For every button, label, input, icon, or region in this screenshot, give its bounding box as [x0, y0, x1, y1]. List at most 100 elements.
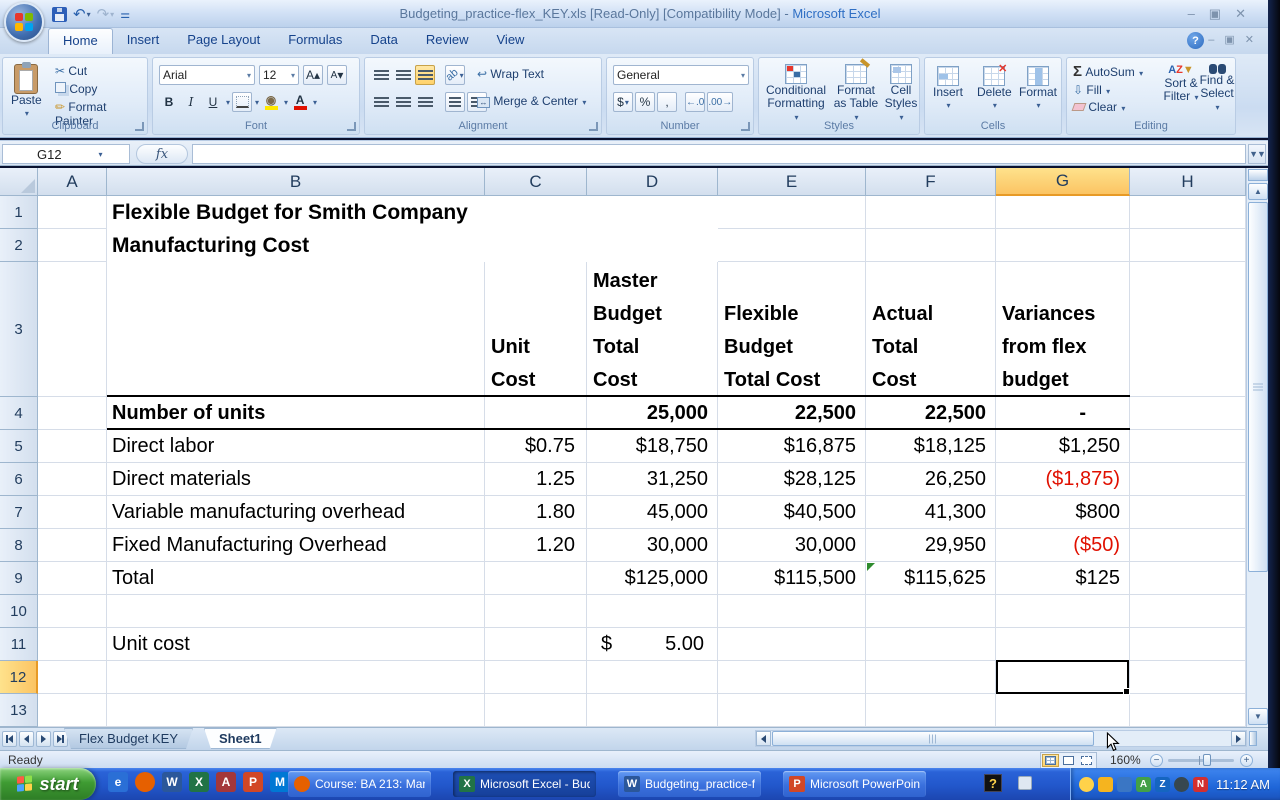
cell-F9[interactable]: $115,625	[866, 562, 996, 595]
cell-E3[interactable]: Flexible Budget Total Cost	[718, 262, 866, 397]
row-header-6[interactable]: 6	[0, 463, 38, 496]
task-button-word[interactable]: W Budgeting_practice-fl...	[618, 771, 761, 797]
row-header-1[interactable]: 1	[0, 196, 38, 229]
column-header-F[interactable]: F	[866, 168, 996, 196]
cell-B2[interactable]: Manufacturing Cost	[107, 229, 718, 262]
insert-cells-button[interactable]: Insert ▾	[933, 66, 963, 112]
cell-F7[interactable]: 41,300	[866, 496, 996, 529]
column-header-D[interactable]: D	[587, 168, 718, 196]
cell-B6[interactable]: Direct materials	[107, 463, 485, 496]
workbook-minimize-button[interactable]: –	[1208, 34, 1214, 47]
comma-style-button[interactable]: ,	[657, 92, 677, 112]
vertical-scroll-thumb[interactable]	[1248, 202, 1268, 572]
row-header-7[interactable]: 7	[0, 496, 38, 529]
vertical-split-handle[interactable]	[1248, 169, 1268, 181]
decrease-decimal-button[interactable]: .00 →	[707, 92, 734, 112]
cell-C8[interactable]: 1.20	[485, 529, 587, 562]
cell-G8[interactable]: ($50)	[996, 529, 1130, 562]
sheet-tab-flex-budget-key[interactable]: Flex Budget KEY	[64, 728, 193, 749]
cell-C5[interactable]: $0.75	[485, 430, 587, 463]
fill-color-button[interactable]: ◉	[261, 92, 281, 112]
align-right-button[interactable]	[415, 92, 435, 112]
last-sheet-icon[interactable]	[53, 731, 68, 747]
fill-button[interactable]: ⇩ Fill ▾	[1073, 83, 1143, 97]
prev-sheet-icon[interactable]	[19, 731, 34, 747]
row-header-4[interactable]: 4	[0, 397, 38, 430]
borders-button[interactable]	[232, 92, 253, 112]
align-left-button[interactable]	[371, 92, 391, 112]
office-button[interactable]	[4, 2, 44, 42]
cell-D9[interactable]: $125,000	[587, 562, 718, 595]
font-size-select[interactable]: 12 ▾	[259, 65, 299, 85]
taskbar-clock[interactable]: 11:12 AM	[1216, 777, 1270, 792]
select-all-corner[interactable]	[0, 168, 38, 196]
copy-button[interactable]: Copy	[55, 82, 147, 96]
tab-split-handle[interactable]	[1249, 731, 1257, 746]
cell-D8[interactable]: 30,000	[587, 529, 718, 562]
tab-page-layout[interactable]: Page Layout	[173, 28, 274, 54]
vertical-scrollbar[interactable]: ▲ ▼	[1246, 168, 1268, 727]
task-button-firefox[interactable]: Course: BA 213: Man...	[288, 771, 431, 797]
help-icon[interactable]: ?	[1187, 32, 1204, 49]
cell-B9[interactable]: Total	[107, 562, 485, 595]
insert-function-button[interactable]: fx	[136, 144, 188, 164]
messenger-icon[interactable]: M	[270, 772, 290, 792]
decrease-indent-button[interactable]	[445, 92, 465, 112]
row-header-12[interactable]: 12	[0, 661, 38, 694]
tab-view[interactable]: View	[483, 28, 539, 54]
horizontal-scroll-thumb[interactable]	[772, 731, 1094, 746]
cell-F5[interactable]: $18,125	[866, 430, 996, 463]
shield-tray-icon[interactable]	[1098, 776, 1113, 792]
restore-button[interactable]: ▣	[1209, 7, 1221, 20]
cell-F8[interactable]: 29,950	[866, 529, 996, 562]
selected-cell[interactable]	[996, 660, 1130, 695]
page-break-view-button[interactable]	[1078, 754, 1095, 767]
cell-C6[interactable]: 1.25	[485, 463, 587, 496]
zoom-slider-thumb[interactable]	[1203, 754, 1211, 766]
cell-styles-button[interactable]: Cell Styles ▾	[883, 64, 919, 124]
format-as-table-button[interactable]: Format as Table ▾	[831, 58, 881, 124]
grid-area[interactable]: 1 Flexible Budget for Smith Company 2 Manuf…	[0, 196, 1246, 727]
normal-view-button[interactable]	[1042, 754, 1059, 767]
italic-button[interactable]: I	[181, 92, 201, 112]
cell-D3[interactable]: Master Budget Total Cost	[587, 262, 718, 397]
row-header-8[interactable]: 8	[0, 529, 38, 562]
cell-B1[interactable]: Flexible Budget for Smith Company	[107, 196, 718, 229]
bold-button[interactable]: B	[159, 92, 179, 112]
name-box[interactable]: G12 ▾	[2, 144, 130, 164]
page-layout-view-button[interactable]	[1060, 754, 1077, 767]
cell-E4[interactable]: 22,500	[718, 397, 866, 430]
column-header-B[interactable]: B	[107, 168, 485, 196]
increase-decimal-button[interactable]: ← .0	[685, 92, 706, 112]
cell-E7[interactable]: $40,500	[718, 496, 866, 529]
find-select-button[interactable]: Find & Select ▾	[1199, 64, 1235, 114]
cell-D4[interactable]: 25,000	[587, 397, 718, 430]
antivirus-tray-icon[interactable]: A	[1136, 776, 1151, 792]
autosum-button[interactable]: Σ AutoSum ▾	[1073, 63, 1143, 80]
column-header-E[interactable]: E	[718, 168, 866, 196]
cell-B7[interactable]: Variable manufacturing overhead	[107, 496, 485, 529]
column-header-A[interactable]: A	[38, 168, 107, 196]
font-name-select[interactable]: Arial ▾	[159, 65, 255, 85]
clipboard-dialog-launcher-icon[interactable]	[135, 122, 144, 131]
cell-D7[interactable]: 45,000	[587, 496, 718, 529]
formula-bar-expand-icon[interactable]: ▼▼	[1248, 144, 1266, 164]
row-header-9[interactable]: 9	[0, 562, 38, 595]
top-align-button[interactable]	[371, 65, 391, 85]
qat-customize-button[interactable]: ⚌	[120, 8, 130, 21]
row-header-13[interactable]: 13	[0, 694, 38, 727]
align-center-button[interactable]	[393, 92, 413, 112]
access-icon[interactable]: A	[216, 772, 236, 792]
alignment-dialog-launcher-icon[interactable]	[589, 122, 598, 131]
zoom-out-icon[interactable]: −	[1150, 754, 1163, 767]
cell-E9[interactable]: $115,500	[718, 562, 866, 595]
tab-insert[interactable]: Insert	[113, 28, 174, 54]
tab-home[interactable]: Home	[48, 28, 113, 54]
minimize-button[interactable]: –	[1188, 7, 1195, 20]
clear-button[interactable]: Clear ▾	[1071, 100, 1143, 114]
next-sheet-icon[interactable]	[36, 731, 51, 747]
scroll-right-icon[interactable]	[1231, 731, 1246, 746]
format-cells-button[interactable]: Format ▾	[1019, 66, 1057, 112]
row-header-10[interactable]: 10	[0, 595, 38, 628]
save-button[interactable]	[52, 6, 67, 22]
